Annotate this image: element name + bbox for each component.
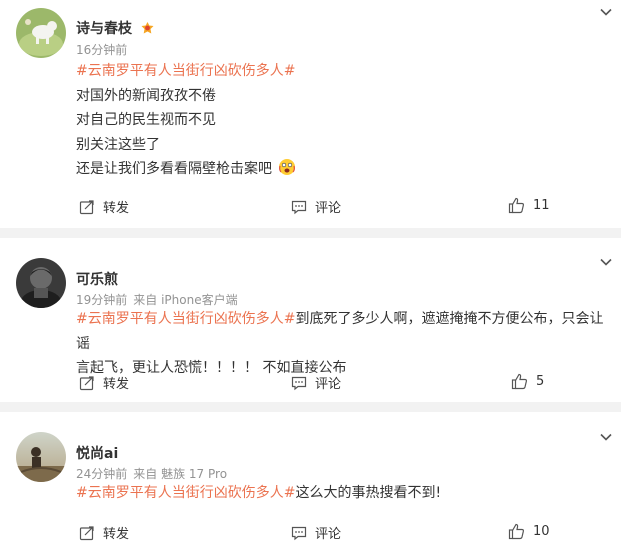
post-time[interactable]: 19分钟前 (76, 293, 127, 307)
content-line: 对国外的新闻孜孜不倦 (76, 87, 216, 104)
comment-button[interactable]: 评论 (291, 523, 341, 542)
vip-badge-icon (141, 22, 154, 34)
content-line: 对自己的民生视而不见 (76, 112, 216, 128)
post-time[interactable]: 16分钟前 (76, 43, 127, 57)
repost-icon (79, 375, 94, 390)
chevron-down-icon[interactable] (599, 5, 613, 19)
repost-button[interactable]: 转发 (79, 197, 129, 216)
post-source: 来自 iPhone客户端 (133, 293, 238, 307)
scared-emoji-icon (279, 159, 296, 175)
post-content: #云南罗平有人当街行凶砍伤多人# 对国外的新闻孜孜不倦 对自己的民生视而不见 别… (76, 59, 606, 182)
post-separator (0, 228, 621, 238)
avatar[interactable] (16, 432, 66, 482)
post-content: #云南罗平有人当街行凶砍伤多人#这么大的事热搜看不到! (76, 481, 606, 506)
post-card: 悦尚ai 24分钟前 来自 魅族 17 Pro #云南罗平有人当街行凶砍伤多人#这… (0, 412, 621, 553)
repost-label: 转发 (103, 201, 130, 216)
post-card: 可乐煎 19分钟前 来自 iPhone客户端 #云南罗平有人当街行凶砍伤多人#到底… (0, 238, 621, 402)
avatar-image-icon (16, 258, 66, 308)
comment-icon (291, 376, 307, 390)
thumbs-up-icon (508, 523, 525, 540)
comment-label: 评论 (315, 377, 342, 392)
like-count: 10 (533, 524, 550, 539)
post-card: 诗与春枝 16分钟前 #云南罗平有人当街行凶砍伤多人# 对国外的新闻孜孜不倦 对… (0, 0, 621, 228)
content-line: 别关注这些了 (76, 136, 160, 153)
post-meta: 24分钟前 来自 魅族 17 Pro (76, 465, 233, 482)
chevron-down-icon[interactable] (599, 255, 613, 269)
hashtag-link[interactable]: #云南罗平有人当街行凶砍伤多人# (76, 63, 295, 79)
thumbs-up-icon (508, 197, 525, 214)
repost-icon (79, 525, 94, 540)
chevron-down-icon[interactable] (599, 430, 613, 444)
like-button[interactable]: 10 (508, 523, 550, 540)
repost-label: 转发 (103, 527, 130, 542)
post-meta: 19分钟前 来自 iPhone客户端 (76, 291, 244, 308)
avatar-image-icon (16, 8, 66, 58)
post-content: #云南罗平有人当街行凶砍伤多人#到底死了多少人啊，遮遮掩掩不方便公布，只会让谣 … (76, 307, 606, 381)
content-line: 还是让我们多看看隔壁枪击案吧 (76, 161, 272, 177)
like-button[interactable]: 11 (508, 197, 550, 214)
like-count: 5 (536, 374, 545, 389)
avatar-image-icon (16, 432, 66, 482)
action-bar: 转发 评论 11 (0, 197, 621, 217)
post-time[interactable]: 24分钟前 (76, 467, 127, 481)
comment-button[interactable]: 评论 (291, 197, 341, 216)
comment-icon (291, 526, 307, 540)
post-separator (0, 402, 621, 412)
hashtag-link[interactable]: #云南罗平有人当街行凶砍伤多人# (76, 485, 295, 501)
thumbs-up-icon (511, 373, 528, 390)
username[interactable]: 悦尚ai (76, 443, 118, 463)
username[interactable]: 诗与春枝 (76, 18, 155, 38)
comment-label: 评论 (315, 527, 342, 542)
avatar[interactable] (16, 8, 66, 58)
repost-label: 转发 (103, 377, 130, 392)
action-bar: 转发 评论 5 (0, 373, 621, 393)
action-bar: 转发 评论 10 (0, 523, 621, 543)
username[interactable]: 可乐煎 (76, 269, 118, 289)
repost-button[interactable]: 转发 (79, 523, 129, 542)
like-button[interactable]: 5 (511, 373, 544, 390)
comment-button[interactable]: 评论 (291, 373, 341, 392)
repost-button[interactable]: 转发 (79, 373, 129, 392)
avatar[interactable] (16, 258, 66, 308)
like-count: 11 (533, 198, 550, 213)
hashtag-link[interactable]: #云南罗平有人当街行凶砍伤多人# (76, 311, 295, 327)
comment-label: 评论 (315, 201, 342, 216)
post-source: 来自 魅族 17 Pro (133, 467, 228, 481)
content-text: 这么大的事热搜看不到! (295, 485, 442, 501)
repost-icon (79, 199, 94, 214)
comment-icon (291, 200, 307, 214)
post-meta: 16分钟前 (76, 41, 133, 58)
